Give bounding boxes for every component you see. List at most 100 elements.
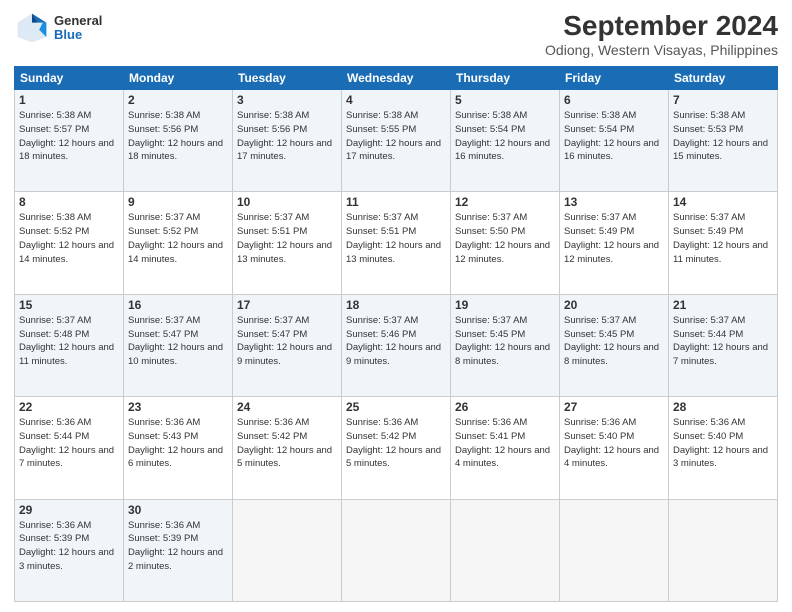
day-number: 20 (564, 298, 664, 312)
header: General Blue September 2024 Odiong, West… (14, 10, 778, 58)
page: General Blue September 2024 Odiong, West… (0, 0, 792, 612)
table-row: 11 Sunrise: 5:37 AMSunset: 5:51 PMDayligh… (342, 192, 451, 294)
table-row: 1 Sunrise: 5:38 AMSunset: 5:57 PMDaylight… (15, 90, 124, 192)
day-number: 19 (455, 298, 555, 312)
day-info: Sunrise: 5:37 AMSunset: 5:45 PMDaylight:… (455, 314, 555, 369)
week-row: 15 Sunrise: 5:37 AMSunset: 5:48 PMDayligh… (15, 294, 778, 396)
logo-icon (14, 10, 50, 46)
day-info: Sunrise: 5:36 AMSunset: 5:40 PMDaylight:… (673, 416, 773, 471)
table-row: 18Sunrise: 5:37 AMSunset: 5:46 PMDayligh… (342, 294, 451, 396)
location-title: Odiong, Western Visayas, Philippines (545, 42, 778, 58)
day-info: Sunrise: 5:37 AMSunset: 5:49 PMDaylight:… (564, 211, 664, 266)
day-number: 9 (128, 195, 228, 209)
day-number: 27 (564, 400, 664, 414)
day-info: Sunrise: 5:36 AMSunset: 5:43 PMDaylight:… (128, 416, 228, 471)
table-row: 14 Sunrise: 5:37 AMSunset: 5:49 PMDayligh… (669, 192, 778, 294)
col-monday: Monday (124, 67, 233, 90)
day-number: 23 (128, 400, 228, 414)
table-row: 17 Sunrise: 5:37 AMSunset: 5:47 PMDayligh… (233, 294, 342, 396)
week-row: 29Sunrise: 5:36 AMSunset: 5:39 PMDayligh… (15, 499, 778, 601)
day-info: Sunrise: 5:37 AMSunset: 5:47 PMDaylight:… (237, 314, 337, 369)
col-tuesday: Tuesday (233, 67, 342, 90)
col-thursday: Thursday (451, 67, 560, 90)
table-row: 20 Sunrise: 5:37 AMSunset: 5:45 PMDayligh… (560, 294, 669, 396)
header-row: Sunday Monday Tuesday Wednesday Thursday… (15, 67, 778, 90)
week-row: 8Sunrise: 5:38 AMSunset: 5:52 PMDaylight… (15, 192, 778, 294)
day-info: Sunrise: 5:36 AMSunset: 5:40 PMDaylight:… (564, 416, 664, 471)
table-row: 13Sunrise: 5:37 AMSunset: 5:49 PMDayligh… (560, 192, 669, 294)
day-number: 4 (346, 93, 446, 107)
day-number: 6 (564, 93, 664, 107)
day-number: 24 (237, 400, 337, 414)
day-number: 14 (673, 195, 773, 209)
day-number: 22 (19, 400, 119, 414)
table-row: 4Sunrise: 5:38 AMSunset: 5:55 PMDaylight… (342, 90, 451, 192)
day-number: 3 (237, 93, 337, 107)
day-number: 7 (673, 93, 773, 107)
table-row: 19 Sunrise: 5:37 AMSunset: 5:45 PMDayligh… (451, 294, 560, 396)
table-row: 2 Sunrise: 5:38 AMSunset: 5:56 PMDaylight… (124, 90, 233, 192)
day-info: Sunrise: 5:36 AMSunset: 5:42 PMDaylight:… (346, 416, 446, 471)
day-info: Sunrise: 5:37 AMSunset: 5:44 PMDaylight:… (673, 314, 773, 369)
logo: General Blue (14, 10, 102, 46)
table-row (342, 499, 451, 601)
day-number: 10 (237, 195, 337, 209)
day-number: 25 (346, 400, 446, 414)
table-row: 27 Sunrise: 5:36 AMSunset: 5:40 PMDayligh… (560, 397, 669, 499)
table-row: 8Sunrise: 5:38 AMSunset: 5:52 PMDaylight… (15, 192, 124, 294)
week-row: 1 Sunrise: 5:38 AMSunset: 5:57 PMDaylight… (15, 90, 778, 192)
table-row: 30Sunrise: 5:36 AMSunset: 5:39 PMDayligh… (124, 499, 233, 601)
table-row: 15 Sunrise: 5:37 AMSunset: 5:48 PMDayligh… (15, 294, 124, 396)
table-row: 23 Sunrise: 5:36 AMSunset: 5:43 PMDayligh… (124, 397, 233, 499)
day-info: Sunrise: 5:36 AMSunset: 5:44 PMDaylight:… (19, 416, 119, 471)
table-row: 12Sunrise: 5:37 AMSunset: 5:50 PMDayligh… (451, 192, 560, 294)
day-info: Sunrise: 5:36 AMSunset: 5:39 PMDaylight:… (128, 519, 228, 574)
day-info: Sunrise: 5:38 AMSunset: 5:57 PMDaylight:… (19, 109, 119, 164)
day-info: Sunrise: 5:37 AMSunset: 5:51 PMDaylight:… (237, 211, 337, 266)
day-info: Sunrise: 5:37 AMSunset: 5:48 PMDaylight:… (19, 314, 119, 369)
day-info: Sunrise: 5:38 AMSunset: 5:56 PMDaylight:… (128, 109, 228, 164)
day-number: 11 (346, 195, 446, 209)
table-row: 28 Sunrise: 5:36 AMSunset: 5:40 PMDayligh… (669, 397, 778, 499)
col-wednesday: Wednesday (342, 67, 451, 90)
logo-line2: Blue (54, 28, 102, 42)
table-row (669, 499, 778, 601)
day-info: Sunrise: 5:36 AMSunset: 5:39 PMDaylight:… (19, 519, 119, 574)
day-number: 16 (128, 298, 228, 312)
col-friday: Friday (560, 67, 669, 90)
day-info: Sunrise: 5:38 AMSunset: 5:53 PMDaylight:… (673, 109, 773, 164)
logo-line1: General (54, 14, 102, 28)
day-number: 5 (455, 93, 555, 107)
day-number: 18 (346, 298, 446, 312)
table-row: 22 Sunrise: 5:36 AMSunset: 5:44 PMDayligh… (15, 397, 124, 499)
calendar: Sunday Monday Tuesday Wednesday Thursday… (14, 66, 778, 602)
logo-text: General Blue (54, 14, 102, 43)
table-row: 5 Sunrise: 5:38 AMSunset: 5:54 PMDaylight… (451, 90, 560, 192)
day-number: 28 (673, 400, 773, 414)
day-info: Sunrise: 5:38 AMSunset: 5:54 PMDaylight:… (455, 109, 555, 164)
table-row: 21 Sunrise: 5:37 AMSunset: 5:44 PMDayligh… (669, 294, 778, 396)
col-saturday: Saturday (669, 67, 778, 90)
table-row: 10 Sunrise: 5:37 AMSunset: 5:51 PMDayligh… (233, 192, 342, 294)
day-number: 2 (128, 93, 228, 107)
table-row: 9Sunrise: 5:37 AMSunset: 5:52 PMDaylight… (124, 192, 233, 294)
table-row: 7 Sunrise: 5:38 AMSunset: 5:53 PMDaylight… (669, 90, 778, 192)
day-info: Sunrise: 5:37 AMSunset: 5:51 PMDaylight:… (346, 211, 446, 266)
day-info: Sunrise: 5:38 AMSunset: 5:56 PMDaylight:… (237, 109, 337, 164)
title-block: September 2024 Odiong, Western Visayas, … (545, 10, 778, 58)
day-info: Sunrise: 5:37 AMSunset: 5:45 PMDaylight:… (564, 314, 664, 369)
day-number: 21 (673, 298, 773, 312)
day-number: 17 (237, 298, 337, 312)
table-row: 24Sunrise: 5:36 AMSunset: 5:42 PMDayligh… (233, 397, 342, 499)
table-row: 26Sunrise: 5:36 AMSunset: 5:41 PMDayligh… (451, 397, 560, 499)
col-sunday: Sunday (15, 67, 124, 90)
day-number: 15 (19, 298, 119, 312)
day-info: Sunrise: 5:37 AMSunset: 5:47 PMDaylight:… (128, 314, 228, 369)
day-info: Sunrise: 5:38 AMSunset: 5:52 PMDaylight:… (19, 211, 119, 266)
day-number: 1 (19, 93, 119, 107)
table-row (233, 499, 342, 601)
week-row: 22 Sunrise: 5:36 AMSunset: 5:44 PMDayligh… (15, 397, 778, 499)
day-info: Sunrise: 5:37 AMSunset: 5:49 PMDaylight:… (673, 211, 773, 266)
day-number: 12 (455, 195, 555, 209)
table-row: 3 Sunrise: 5:38 AMSunset: 5:56 PMDaylight… (233, 90, 342, 192)
